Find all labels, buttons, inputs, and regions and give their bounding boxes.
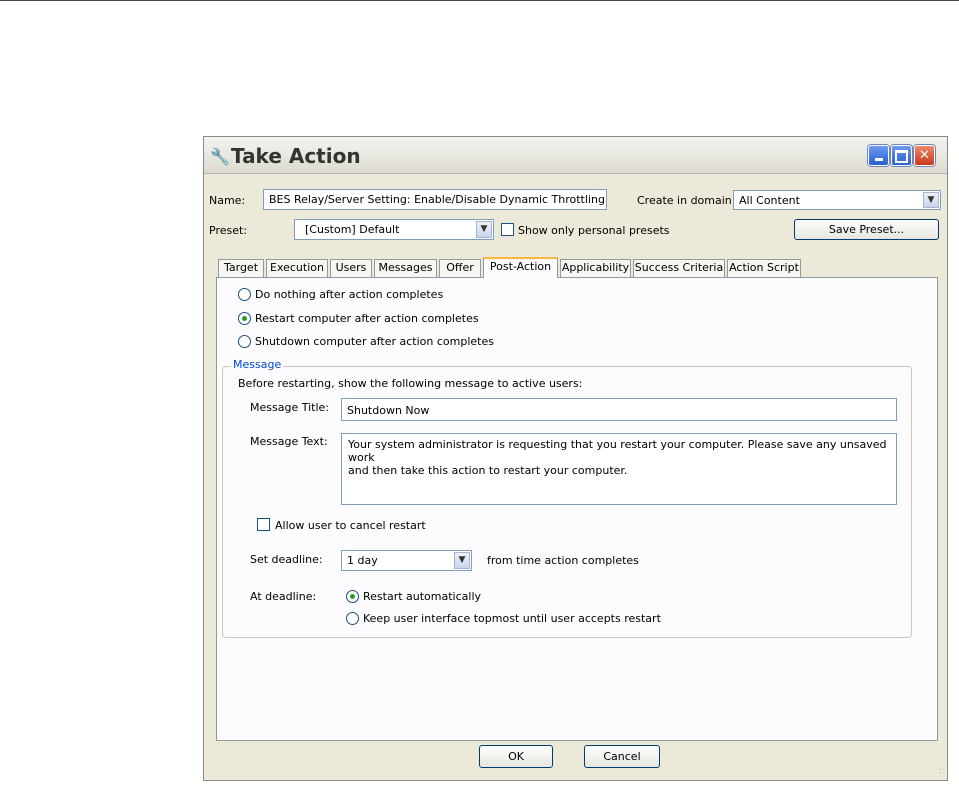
allow-cancel-label: Allow user to cancel restart [275,519,426,532]
tab-post-action[interactable]: Post-Action [483,257,558,278]
take-action-dialog: 🔧 Take Action ✕ Name: BES Relay/Server S… [203,136,948,781]
keep-ui-topmost-label: Keep user interface topmost until user a… [363,612,661,625]
restart-automatically-radio[interactable] [346,590,359,603]
tab-messages[interactable]: Messages [374,259,437,277]
window-title: Take Action [231,144,361,168]
tab-users[interactable]: Users [330,259,372,277]
tab-offer[interactable]: Offer [439,259,481,277]
tab-action-script[interactable]: Action Script [727,259,801,277]
message-title-label: Message Title: [250,401,329,414]
message-group-label: Message [231,358,284,371]
allow-cancel-checkbox[interactable] [257,518,270,531]
chevron-down-icon[interactable]: ▼ [454,552,470,569]
tab-execution[interactable]: Execution [266,259,328,277]
restart-radio[interactable] [238,312,251,325]
chevron-down-icon[interactable]: ▼ [476,221,492,238]
preset-label: Preset: [209,224,248,237]
keep-ui-topmost-radio[interactable] [346,612,359,625]
top-rule [0,0,959,1]
tab-applicability[interactable]: Applicability [560,259,631,277]
restart-automatically-label: Restart automatically [363,590,482,603]
close-button[interactable]: ✕ [914,145,935,166]
resize-grip-icon[interactable]: ∷ [939,767,945,777]
domain-label: Create in domain: [637,194,736,207]
name-label: Name: [209,194,246,207]
minimize-icon [874,158,883,161]
tab-target[interactable]: Target [218,259,264,277]
tab-success-criteria[interactable]: Success Criteria [633,259,725,277]
maximize-icon [895,150,908,163]
at-deadline-label: At deadline: [250,590,317,603]
domain-select-value: All Content [739,194,800,207]
ok-button[interactable]: OK [479,745,553,768]
do-nothing-radio[interactable] [238,288,251,301]
message-text-area[interactable]: Your system administrator is requesting … [341,433,897,505]
restart-label: Restart computer after action completes [255,312,479,325]
deadline-label: Set deadline: [250,553,323,566]
message-text-label: Message Text: [250,435,328,448]
personal-presets-label: Show only personal presets [518,224,670,237]
name-input[interactable]: BES Relay/Server Setting: Enable/Disable… [263,189,607,210]
minimize-button[interactable] [868,145,889,166]
personal-presets-checkbox[interactable] [501,223,514,236]
close-icon: ✕ [919,148,930,163]
message-title-input[interactable]: Shutdown Now [341,398,897,421]
maximize-button[interactable] [891,145,912,166]
deadline-suffix: from time action completes [487,554,639,567]
cancel-button[interactable]: Cancel [584,745,660,768]
deadline-select-value: 1 day [347,554,378,567]
save-preset-button[interactable]: Save Preset... [794,219,939,240]
chevron-down-icon[interactable]: ▼ [923,192,939,208]
preset-select[interactable]: [Custom] Default ▼ [294,219,494,240]
preset-select-value: [Custom] Default [305,223,400,236]
domain-select[interactable]: All Content ▼ [733,190,941,210]
wrench-icon: 🔧 [210,147,230,166]
do-nothing-label: Do nothing after action completes [255,288,444,301]
message-intro: Before restarting, show the following me… [238,377,583,390]
deadline-select[interactable]: 1 day ▼ [341,550,472,571]
shutdown-radio[interactable] [238,335,251,348]
shutdown-label: Shutdown computer after action completes [255,335,494,348]
title-bar[interactable]: 🔧 Take Action ✕ [204,137,947,174]
